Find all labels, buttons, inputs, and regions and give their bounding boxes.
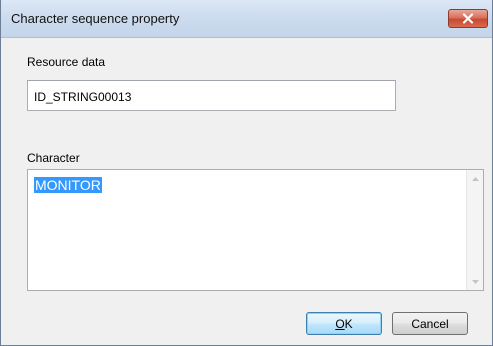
close-icon — [462, 13, 474, 24]
title-bar[interactable]: Character sequence property — [1, 0, 492, 38]
ok-button-label: OK — [335, 316, 353, 331]
cancel-button-label: Cancel — [411, 316, 449, 331]
resource-data-value: ID_STRING00013 — [34, 90, 132, 104]
cancel-button[interactable]: Cancel — [392, 312, 468, 335]
close-button[interactable] — [448, 9, 488, 28]
character-label: Character — [27, 151, 80, 165]
character-textarea[interactable]: MONITOR — [27, 169, 484, 291]
property-dialog: Character sequence property Resource dat… — [0, 0, 493, 346]
resource-data-input[interactable]: ID_STRING00013 — [27, 80, 396, 111]
scroll-down-arrow-icon — [471, 279, 479, 284]
scroll-down-button[interactable] — [467, 273, 483, 290]
character-scrollbar[interactable] — [466, 170, 483, 290]
resource-data-label: Resource data — [27, 55, 106, 69]
character-selected-text: MONITOR — [34, 177, 102, 193]
scroll-up-button[interactable] — [467, 170, 483, 187]
ok-button[interactable]: OK — [306, 312, 382, 335]
scroll-up-arrow-icon — [471, 176, 479, 181]
dialog-body: Resource data ID_STRING00013 Character M… — [9, 38, 484, 338]
window-title: Character sequence property — [11, 11, 180, 26]
character-text: MONITOR — [34, 177, 102, 194]
